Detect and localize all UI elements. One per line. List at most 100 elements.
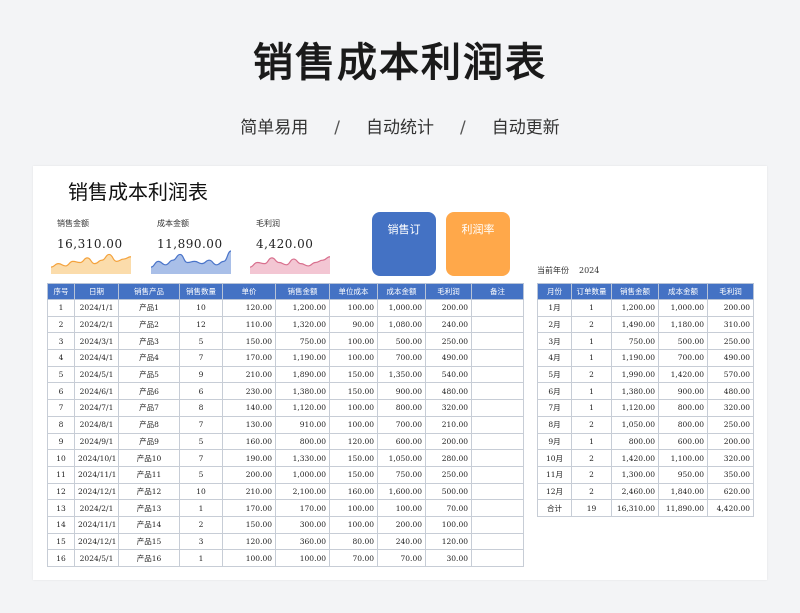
table-cell: 1,180.00 [658,315,708,334]
table-cell: 70.00 [425,499,472,517]
table-cell: 90.00 [329,315,378,334]
table-cell: 1,100.00 [658,449,708,467]
table-cell: 产品1 [118,299,180,317]
table-cell: 4,420.00 [707,499,754,517]
table-cell: 1,050.00 [611,415,659,434]
table-row: 11 2024/11/1 产品11 5 200.00 1,000.00 150.00 750.… [47,465,524,484]
table-cell: 10月 [537,449,572,467]
table-cell: 2,460.00 [611,482,659,501]
table-cell: 11,890.00 [658,499,708,517]
table-cell: 1,200.00 [611,299,659,317]
table-cell: 1,190.00 [275,349,330,367]
table-cell: 2024/11/1 [74,465,119,484]
kpi-label: 销售金额 [57,219,89,228]
table-cell: 产品13 [118,499,180,517]
table-cell: 900.00 [658,382,708,401]
profit-margin-tile: 利润率 [446,212,510,276]
table-cell: 500.00 [425,482,472,501]
table-cell: 2024/6/1 [74,382,119,401]
table-cell: 500.00 [377,332,426,351]
table-cell: 8月 [537,415,572,434]
table-cell: 产品11 [118,465,180,484]
table-cell: 350.00 [707,465,754,484]
table-cell: 产品9 [118,432,180,451]
table-cell: 100.00 [275,549,330,567]
column-header: 备注 [471,283,524,300]
table-cell [471,449,524,467]
table-cell: 800.00 [658,415,708,434]
table-cell: 750.00 [275,332,330,351]
table-cell: 2024/5/1 [74,365,119,384]
table-cell: 2024/7/1 [74,399,119,417]
table-cell: 5月 [537,365,572,384]
table-row: 1月 1 1,200.00 1,000.00 200.00 [537,299,754,317]
table-cell: 1,990.00 [611,365,659,384]
table-row: 7 2024/7/1 产品7 8 140.00 1,120.00 100.00 800.00 3… [47,399,524,417]
table-cell: 产品2 [118,315,180,334]
table-cell: 9 [47,432,75,451]
table-cell: 1,420.00 [611,449,659,467]
table-cell [471,482,524,501]
table-cell: 190.00 [222,449,276,467]
table-row: 2 2024/2/1 产品2 12 110.00 1,320.00 90.00 1,080.0… [47,315,524,334]
table-cell: 2024/2/1 [74,499,119,517]
table-cell: 4月 [537,349,572,367]
table-cell: 490.00 [425,349,472,367]
table-row: 3 2024/3/1 产品3 5 150.00 750.00 100.00 500.00 250… [47,332,524,351]
table-cell [471,315,524,334]
table-cell: 570.00 [707,365,754,384]
column-header: 销售产品 [118,283,180,300]
table-row: 5月 2 1,990.00 1,420.00 570.00 [537,365,754,384]
table-cell: 170.00 [275,499,330,517]
table-cell: 4 [47,349,75,367]
table-cell: 1,080.00 [377,315,426,334]
table-cell: 600.00 [658,432,708,451]
table-cell: 12月 [537,482,572,501]
table-cell: 1 [47,299,75,317]
current-year: 当前年份 2024 [537,265,599,276]
table-cell: 100.00 [329,499,378,517]
table-cell: 1,000.00 [658,299,708,317]
year-value: 2024 [579,266,600,275]
table-cell: 产品10 [118,449,180,467]
table-cell: 100.00 [329,515,378,534]
column-header: 订单数量 [571,283,612,300]
table-cell: 120.00 [425,532,472,551]
table-cell: 7 [179,449,223,467]
table-cell: 540.00 [425,365,472,384]
table-cell: 1,380.00 [611,382,659,401]
table-cell: 1 [571,349,612,367]
table-cell: 500.00 [658,332,708,351]
sheet-title: 销售成本利润表 [68,180,208,204]
column-header: 成本金额 [658,283,708,300]
table-cell: 2024/9/1 [74,432,119,451]
table-cell: 280.00 [425,449,472,467]
table-cell: 250.00 [425,465,472,484]
table-row: 13 2024/2/1 产品13 1 170.00 170.00 100.00 100.00 7… [47,499,524,517]
table-cell: 700.00 [377,349,426,367]
table-cell: 1,120.00 [275,399,330,417]
table-cell: 2 [571,315,612,334]
table-row: 7月 1 1,120.00 800.00 320.00 [537,399,754,417]
table-row: 10 2024/10/1 产品10 7 190.00 1,330.00 150.00 1,05… [47,449,524,467]
table-cell: 8 [179,399,223,417]
table-cell: 300.00 [275,515,330,534]
table-cell [471,432,524,451]
spreadsheet-preview: 销售成本利润表 销售金额 16,310.00 成本金额 11,890.00 毛利… [33,166,767,580]
table-row: 4 2024/4/1 产品4 7 170.00 1,190.00 100.00 700.00 4… [47,349,524,367]
table-cell: 1,200.00 [275,299,330,317]
table-cell: 7 [179,349,223,367]
table-cell: 5 [179,332,223,351]
kpi-cost-amount: 成本金额 11,890.00 [157,218,237,251]
table-cell: 100.00 [329,332,378,351]
table-cell: 200.00 [222,465,276,484]
column-header: 成本金额 [377,283,426,300]
table-cell: 800.00 [658,399,708,417]
table-cell: 1,350.00 [377,365,426,384]
table-cell: 1 [571,432,612,451]
table-cell: 70.00 [377,549,426,567]
column-header: 单位成本 [329,283,378,300]
table-cell: 700.00 [658,349,708,367]
table-row: 6 2024/6/1 产品6 6 230.00 1,380.00 150.00 900.00 4… [47,382,524,401]
table-cell: 9 [179,365,223,384]
